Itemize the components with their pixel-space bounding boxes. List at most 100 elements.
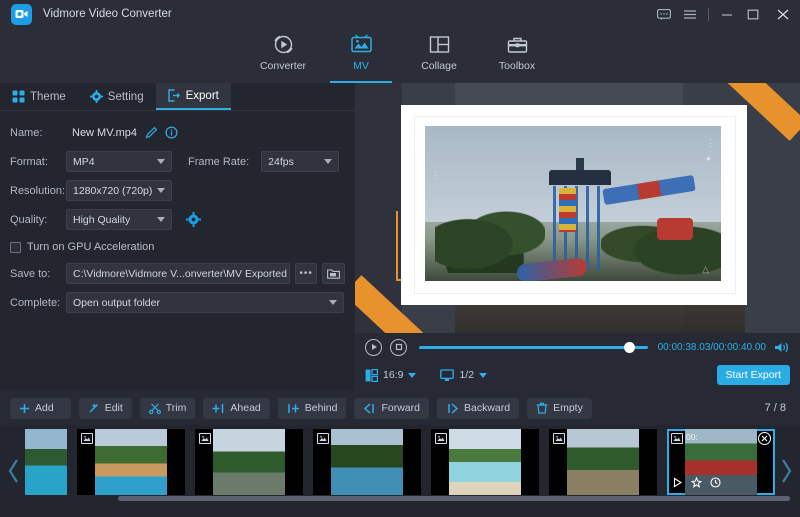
filmstrip-prev-button[interactable]: [3, 455, 25, 487]
complete-select[interactable]: Open output folder: [66, 292, 344, 313]
framerate-label: Frame Rate:: [188, 156, 249, 168]
add-label: Add: [35, 402, 54, 414]
list-item[interactable]: [313, 429, 421, 495]
open-folder-button[interactable]: [322, 263, 345, 284]
volume-icon[interactable]: [774, 341, 790, 354]
trim-label: Trim: [166, 402, 187, 414]
list-item-selected[interactable]: 00:: [667, 429, 775, 495]
filmstrip-scrollbar[interactable]: [118, 496, 790, 501]
toolbox-icon: [506, 33, 529, 56]
menu-icon[interactable]: [677, 0, 703, 28]
chevron-down-icon: [324, 159, 332, 164]
list-item[interactable]: [25, 429, 67, 495]
pencil-icon[interactable]: [145, 126, 158, 139]
framerate-select[interactable]: 24fps: [261, 151, 339, 172]
subtab-setting-label: Setting: [108, 91, 144, 103]
saveto-input[interactable]: C:\Vidmore\Vidmore V...onverter\MV Expor…: [66, 263, 290, 284]
trim-button[interactable]: Trim: [140, 398, 196, 419]
tab-mv[interactable]: MV: [322, 28, 400, 83]
preview-photo: ⋮ ⋮ ✦ △: [425, 126, 721, 281]
chevron-down-icon: [329, 300, 337, 305]
quality-settings-gear-icon[interactable]: [186, 212, 201, 227]
photo-watermark-right: ⋮: [706, 138, 715, 149]
name-value: New MV.mp4: [72, 127, 137, 139]
gpu-row[interactable]: Turn on GPU Acceleration: [10, 236, 345, 258]
subtab-setting[interactable]: Setting: [78, 83, 156, 110]
list-item[interactable]: [77, 429, 185, 495]
window-controls: [651, 0, 800, 28]
collage-icon: [428, 33, 451, 56]
play-icon[interactable]: [365, 339, 382, 356]
quality-select[interactable]: High Quality: [66, 209, 172, 230]
progress-slider[interactable]: [419, 346, 648, 349]
backward-button[interactable]: Backward: [437, 398, 519, 419]
format-select[interactable]: MP4: [66, 151, 172, 172]
aspect-ratio-control[interactable]: 16:9: [365, 369, 416, 382]
player-start-export-button[interactable]: Start Export: [717, 365, 790, 385]
edit-label: Edit: [105, 402, 123, 414]
screen-split-icon: [440, 369, 454, 382]
plus-icon: [19, 403, 30, 414]
tab-collage[interactable]: Collage: [400, 28, 478, 83]
progress-knob[interactable]: [624, 342, 635, 353]
chevron-down-icon[interactable]: [408, 373, 416, 378]
photo-trees-left: [435, 201, 545, 273]
screen-split-control[interactable]: 1/2: [440, 369, 487, 382]
list-item[interactable]: [195, 429, 303, 495]
image-icon: [199, 433, 211, 444]
minimize-icon[interactable]: [714, 0, 740, 28]
close-circle-icon[interactable]: [758, 432, 771, 445]
chevron-down-icon: [157, 159, 165, 164]
player-transport-row: 00:00:38.03/00:00:40.00: [355, 333, 800, 361]
subtab-theme[interactable]: Theme: [0, 83, 78, 110]
format-value: MP4: [73, 156, 95, 168]
preview-area[interactable]: ⋮ ⋮ ✦ △: [355, 83, 800, 333]
behind-label: Behind: [305, 402, 338, 414]
app-title: Vidmore Video Converter: [43, 8, 172, 20]
insert-ahead-icon: [212, 403, 225, 414]
tab-converter-label: Converter: [260, 60, 306, 72]
saveto-label: Save to:: [10, 268, 66, 280]
browse-button[interactable]: •••: [295, 263, 318, 284]
resolution-row: Resolution: 1280x720 (720p): [10, 178, 345, 203]
forward-button[interactable]: Forward: [354, 398, 429, 419]
filmstrip-items: 00:: [25, 429, 775, 495]
subtab-export[interactable]: Export: [156, 83, 231, 110]
duration-clock-icon[interactable]: [710, 477, 721, 491]
info-icon[interactable]: [165, 126, 178, 139]
behind-button[interactable]: Behind: [278, 398, 347, 419]
resolution-select[interactable]: 1280x720 (720p): [66, 180, 172, 201]
tab-converter[interactable]: Converter: [244, 28, 322, 83]
empty-button[interactable]: Empty: [527, 398, 592, 419]
photo-tower-banner: [559, 188, 576, 232]
insert-behind-icon: [287, 403, 300, 414]
tab-mv-label: MV: [353, 60, 369, 72]
ahead-label: Ahead: [230, 402, 260, 414]
thumb-tools: [672, 477, 721, 491]
list-item[interactable]: [549, 429, 657, 495]
maximize-icon[interactable]: [740, 0, 766, 28]
ahead-button[interactable]: Ahead: [203, 398, 269, 419]
complete-value: Open output folder: [73, 297, 160, 309]
tab-toolbox[interactable]: Toolbox: [478, 28, 556, 83]
chevron-down-icon[interactable]: [479, 373, 487, 378]
photo-ride-tower: [549, 170, 611, 270]
filmstrip-next-button[interactable]: [775, 455, 797, 487]
edit-button[interactable]: Edit: [79, 398, 132, 419]
feedback-icon[interactable]: [651, 0, 677, 28]
play-icon[interactable]: [672, 477, 683, 491]
saveto-value: C:\Vidmore\Vidmore V...onverter\MV Expor…: [73, 268, 287, 280]
chevron-down-icon: [157, 217, 165, 222]
thumb-image: [25, 429, 67, 495]
gpu-checkbox[interactable]: [10, 242, 21, 253]
screen-split-value: 1/2: [459, 369, 474, 381]
image-icon: [553, 433, 565, 444]
thumb-image: [95, 429, 167, 495]
grid-icon: [12, 90, 25, 103]
tab-collage-label: Collage: [421, 60, 457, 72]
close-icon[interactable]: [766, 0, 800, 28]
add-button[interactable]: Add: [10, 398, 71, 419]
effects-icon[interactable]: [691, 477, 702, 491]
stop-icon[interactable]: [390, 339, 407, 356]
list-item[interactable]: [431, 429, 539, 495]
